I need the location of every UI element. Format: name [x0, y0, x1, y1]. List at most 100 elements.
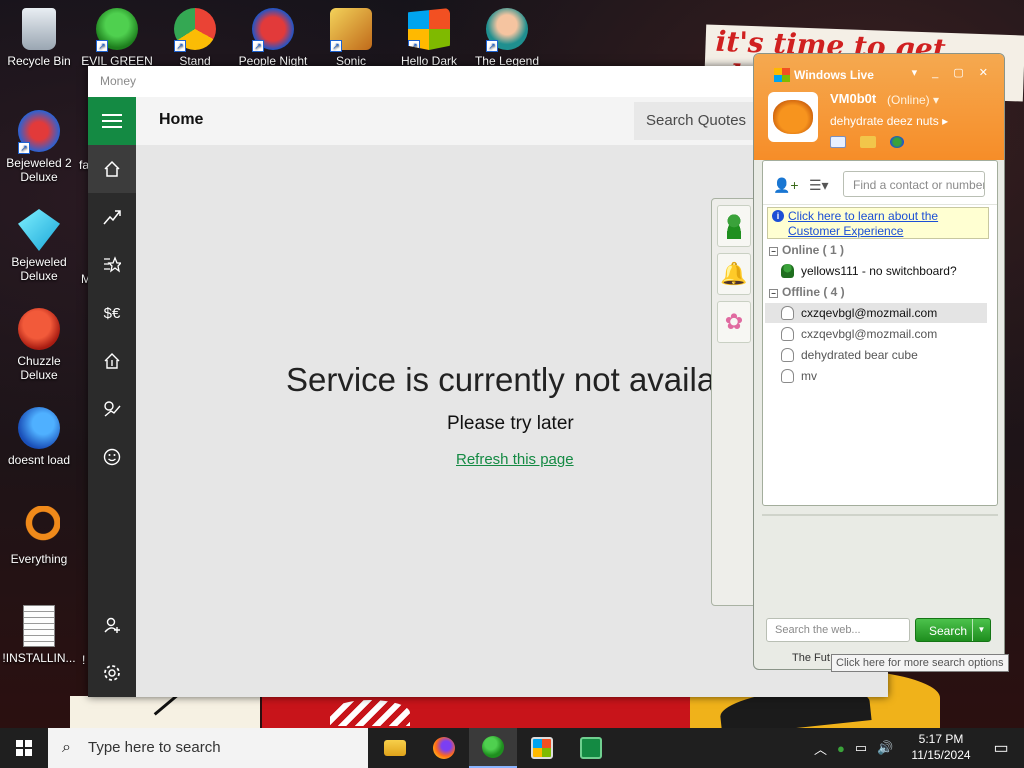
nav-currencies[interactable]: $€	[88, 289, 136, 337]
desktop-icon-the-legend[interactable]: ↗ The Legend	[468, 8, 546, 68]
volume-icon[interactable]: 🔊	[877, 740, 893, 756]
start-button[interactable]	[0, 728, 48, 768]
mail-icon[interactable]	[830, 136, 846, 148]
window-controls[interactable]: ▾ _ ▢ ✕	[912, 66, 994, 79]
taskbar-messenger[interactable]	[469, 728, 517, 768]
contact-offline[interactable]: cxzqevbgl@mozmail.com	[765, 324, 987, 344]
messenger-window: Windows Live ▾ _ ▢ ✕ VM0b0t (Online) ▾ d…	[753, 53, 1005, 670]
try-later-text: Please try later	[447, 413, 574, 434]
contact-offline[interactable]: dehydrated bear cube	[765, 345, 987, 365]
nav-home[interactable]	[88, 145, 136, 193]
chrome-icon: ↗	[174, 8, 216, 52]
finance-growth-icon	[104, 401, 121, 417]
chevron-up-icon[interactable]: ︿	[814, 739, 827, 758]
nav-mortgage[interactable]	[88, 337, 136, 385]
gear-icon	[104, 665, 120, 681]
desktop-icon-chuzzle[interactable]: Chuzzle Deluxe	[0, 308, 78, 382]
messenger-buddy-icon: ↗	[96, 8, 138, 52]
windows-logo-icon	[16, 740, 32, 756]
globe-icon[interactable]	[890, 136, 904, 148]
search-button-label: Search	[929, 624, 968, 638]
taskbar-file-explorer[interactable]	[371, 728, 419, 768]
character-icon: ↗	[486, 8, 528, 52]
desktop-icon-hello-dark[interactable]: ↗ Hello Dark	[390, 8, 468, 68]
service-unavailable-title: Service is currently not available	[286, 361, 760, 398]
web-search-button[interactable]: Search ▼	[915, 618, 991, 642]
text-file-icon	[23, 605, 55, 647]
display-name[interactable]: VM0b0t	[830, 91, 876, 106]
money-nav-rail: $€	[88, 97, 136, 697]
nav-account[interactable]	[88, 601, 136, 649]
taskbar-store[interactable]	[518, 728, 566, 768]
desktop-icon-everything[interactable]: Everything	[0, 506, 78, 566]
desktop-icon-people-night[interactable]: ↗ People Night	[234, 8, 312, 68]
taskbar-search-box[interactable]: ⌕ Type here to search	[48, 728, 368, 768]
contact-offline[interactable]: mv	[765, 366, 987, 386]
list-options-icon[interactable]: ☰▾	[809, 177, 829, 194]
contact-list-panel: 👤+ ☰▾ Find a contact or number... i Clic…	[762, 160, 998, 506]
collapse-toggle-icon[interactable]: −	[769, 289, 778, 298]
search-options-dropdown[interactable]: ▼	[972, 619, 990, 641]
folder-icon	[384, 740, 406, 756]
taskbar-firefox[interactable]	[420, 728, 468, 768]
desktop-icon-bejeweled[interactable]: Bejeweled Deluxe	[0, 209, 78, 283]
desktop-icon-label: Everything	[10, 552, 68, 566]
folder-icon[interactable]	[860, 136, 876, 148]
offline-buddy-icon	[781, 369, 794, 383]
bell-icon: 🔔	[720, 261, 748, 286]
clock-time: 5:17 PM	[918, 732, 964, 746]
info-icon: i	[772, 210, 784, 222]
network-icon[interactable]: ▭	[855, 740, 867, 756]
contact-name: mv	[801, 369, 817, 383]
desktop-icon-doesnt-load[interactable]: doesnt load	[0, 407, 78, 467]
refresh-page-link[interactable]: Refresh this page	[456, 451, 574, 468]
clock[interactable]: 5:17 PM 11/15/2024	[905, 731, 977, 763]
contact-name: cxzqevbgl@mozmail.com	[801, 327, 938, 341]
smiley-icon	[103, 448, 121, 466]
user-avatar[interactable]	[768, 92, 818, 142]
hamburger-menu-button[interactable]	[88, 97, 136, 145]
desktop-icon-installing[interactable]: !INSTALLIN...	[0, 605, 78, 665]
personal-message[interactable]: dehydrate deez nuts ▸	[830, 114, 948, 128]
notification-icon: ▭	[993, 740, 1009, 757]
desktop-icon-recycle-bin[interactable]: Recycle Bin	[0, 8, 78, 68]
group-online[interactable]: − Online ( 1 )	[769, 243, 844, 257]
windows-shield-icon: ↗	[408, 8, 450, 50]
group-offline[interactable]: − Offline ( 4 )	[769, 285, 845, 299]
alerts-tab[interactable]: 🔔	[717, 253, 751, 295]
desktop-icon-stand[interactable]: ↗ Stand	[156, 8, 234, 68]
desktop-icon-label: Chuzzle Deluxe	[17, 354, 61, 382]
games-tab[interactable]: ✿	[717, 301, 751, 343]
offline-buddy-icon	[781, 348, 794, 362]
home-icon	[104, 160, 120, 177]
nav-settings[interactable]	[88, 649, 136, 697]
desktop-icon-bejeweled-2[interactable]: ↗ Bejeweled 2 Deluxe	[0, 110, 78, 184]
nav-personal-finance[interactable]	[88, 385, 136, 433]
money-chart-icon	[580, 737, 602, 759]
collapse-toggle-icon[interactable]: −	[769, 247, 778, 256]
desktop-icon-label: Recycle Bin	[7, 54, 71, 68]
flowers-icon: ✿	[724, 309, 744, 334]
contact-offline[interactable]: cxzqevbgl@mozmail.com	[765, 303, 987, 323]
notification-center-button[interactable]: ▭	[978, 728, 1024, 768]
web-search-input[interactable]: Search the web...	[766, 618, 910, 642]
thunderbird-icon	[18, 407, 60, 449]
nav-watchlist[interactable]	[88, 241, 136, 289]
windows-flag-icon	[774, 68, 790, 82]
taskbar-money[interactable]	[567, 728, 615, 768]
desktop-icon-sonic[interactable]: ↗ Sonic	[312, 8, 390, 68]
divider	[762, 514, 998, 516]
messenger-tray-icon[interactable]: ●	[837, 741, 845, 756]
nav-markets[interactable]	[88, 193, 136, 241]
nav-feedback[interactable]	[88, 433, 136, 481]
contact-name: cxzqevbgl@mozmail.com	[801, 306, 938, 320]
desktop-icon-evil-green[interactable]: ↗ EVIL GREEN	[78, 8, 156, 68]
find-contact-input[interactable]: Find a contact or number...	[843, 171, 985, 197]
pumpkin-avatar-icon	[773, 100, 813, 134]
recycle-bin-icon	[22, 8, 56, 50]
customer-experience-link[interactable]: i Click here to learn about the Customer…	[767, 207, 989, 239]
status-dropdown[interactable]: (Online) ▾	[887, 93, 939, 107]
contacts-tab[interactable]	[717, 205, 751, 247]
contact-online[interactable]: yellows111 - no switchboard?	[765, 261, 987, 281]
add-contact-icon[interactable]: 👤+	[773, 177, 799, 194]
